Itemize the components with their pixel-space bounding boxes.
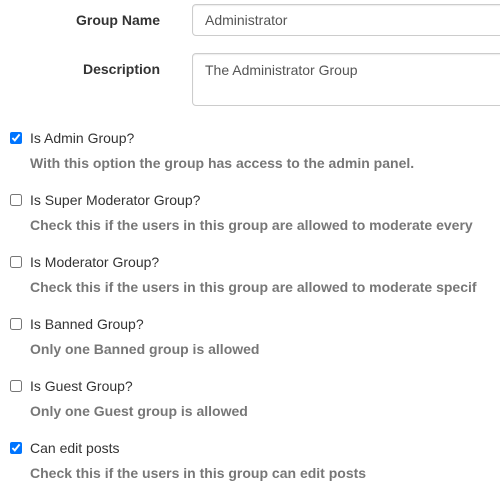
admin-group-help: With this option the group has access to… [30, 155, 415, 171]
moderator-group-checkbox[interactable] [10, 256, 22, 268]
moderator-group-label[interactable]: Is Moderator Group? [30, 252, 159, 272]
edit-posts-label[interactable]: Can edit posts [30, 438, 120, 458]
moderator-group-option: Is Moderator Group? [10, 252, 159, 272]
edit-posts-help: Check this if the users in this group ca… [30, 465, 367, 481]
banned-group-option: Is Banned Group? [10, 314, 144, 334]
super-moderator-group-label[interactable]: Is Super Moderator Group? [30, 190, 200, 210]
super-moderator-group-checkbox[interactable] [10, 194, 22, 206]
description-textarea[interactable]: The Administrator Group [192, 53, 500, 106]
guest-group-option: Is Guest Group? [10, 376, 133, 396]
super-moderator-group-help: Check this if the users in this group ar… [30, 217, 473, 233]
group-edit-form: Group Name Description The Administrator… [0, 0, 500, 500]
super-moderator-group-option: Is Super Moderator Group? [10, 190, 200, 210]
admin-group-checkbox[interactable] [10, 132, 22, 144]
description-label: Description [82, 61, 160, 77]
banned-group-label[interactable]: Is Banned Group? [30, 314, 144, 334]
admin-group-label[interactable]: Is Admin Group? [30, 128, 134, 148]
admin-group-option: Is Admin Group? [10, 128, 134, 148]
edit-posts-option: Can edit posts [10, 438, 120, 458]
banned-group-help: Only one Banned group is allowed [30, 341, 260, 357]
moderator-group-help: Check this if the users in this group ar… [30, 279, 477, 295]
banned-group-checkbox[interactable] [10, 318, 22, 330]
guest-group-label[interactable]: Is Guest Group? [30, 376, 133, 396]
guest-group-checkbox[interactable] [10, 380, 22, 392]
edit-posts-checkbox[interactable] [10, 442, 22, 454]
group-name-label: Group Name [75, 12, 160, 28]
group-name-input[interactable] [192, 4, 500, 36]
guest-group-help: Only one Guest group is allowed [30, 403, 248, 419]
